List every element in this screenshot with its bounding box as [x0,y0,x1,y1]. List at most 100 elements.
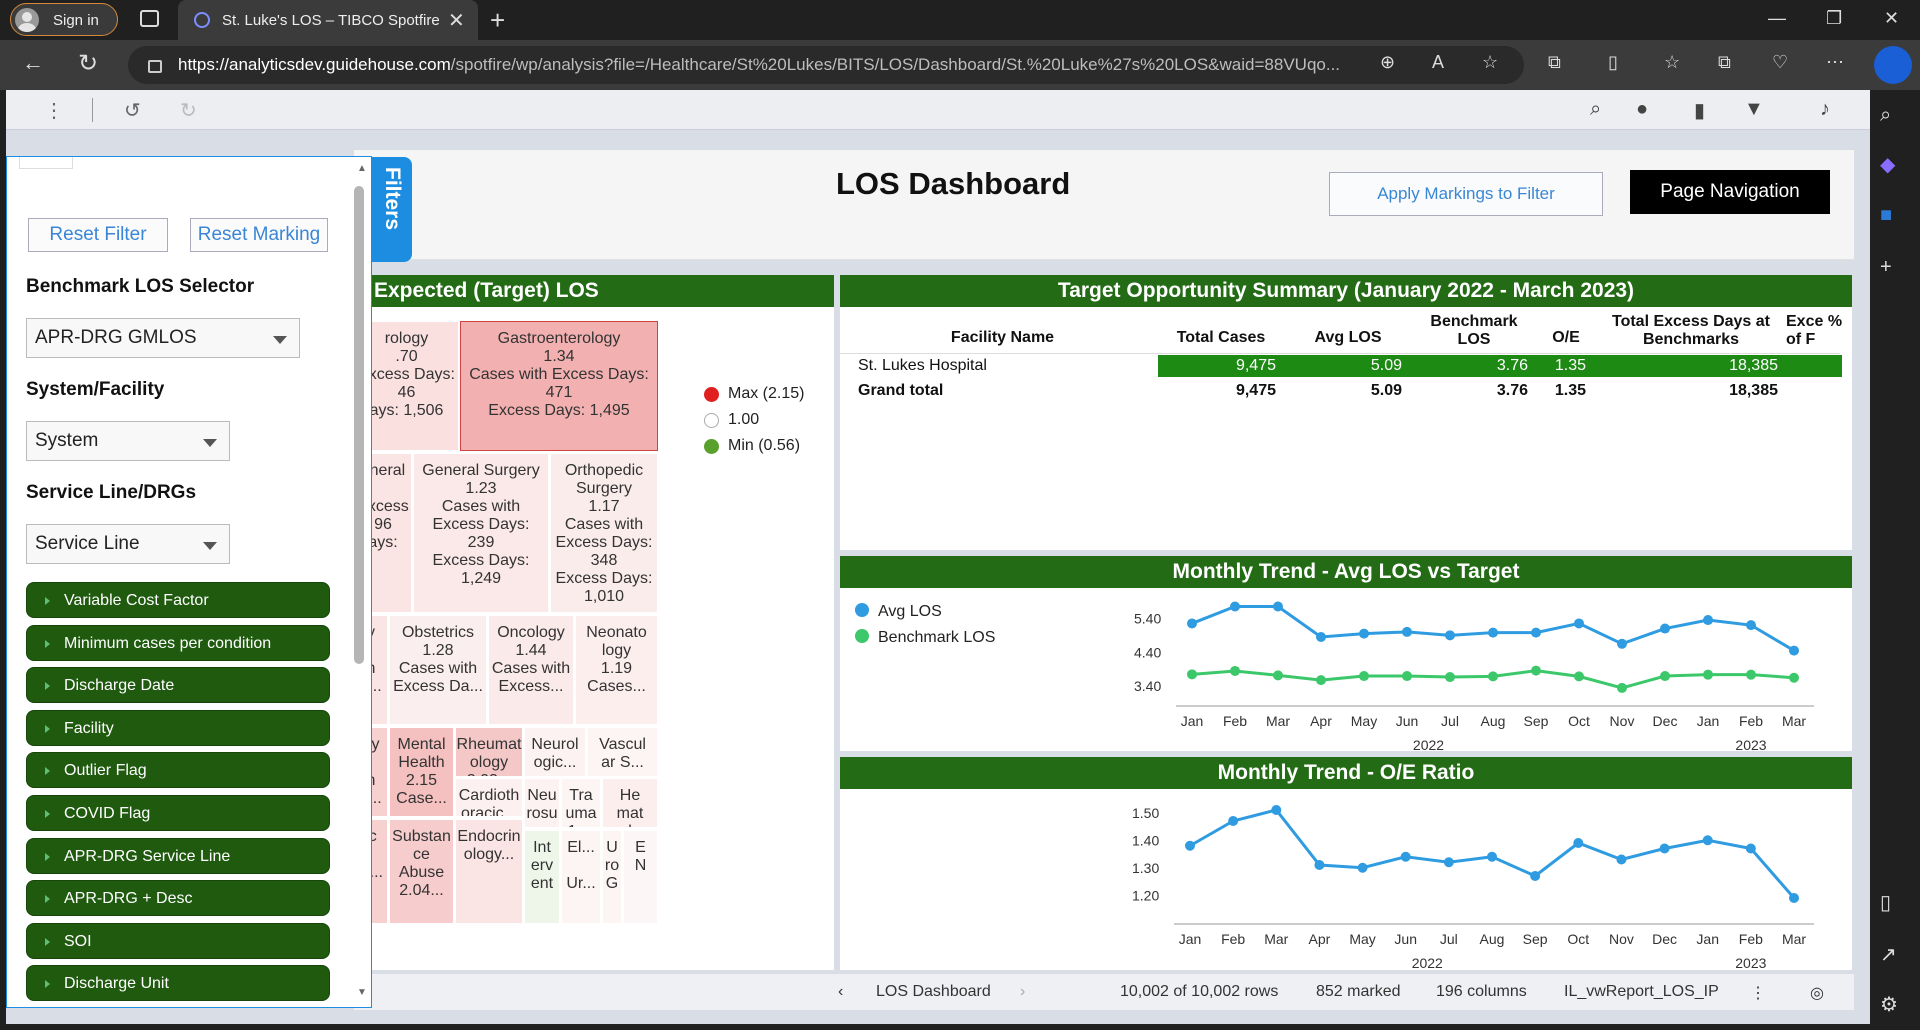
browser-tab[interactable]: St. Luke's LOS – TIBCO Spotfire ✕ [178,0,478,40]
next-page-icon[interactable]: › [1020,983,1025,1001]
filters-tab[interactable]: Filters [372,157,412,262]
open-external-icon[interactable]: ↗ [1880,942,1897,967]
more-options-icon[interactable]: ⋯ [1826,52,1844,73]
data-point[interactable] [1487,851,1497,862]
extensions-icon[interactable]: ⧉ [1548,52,1561,73]
treemap-cell[interactable]: Rheumat ology 2.03... [455,727,523,777]
copilot-icon[interactable] [1874,46,1912,84]
data-point[interactable] [1531,665,1541,676]
add-sidebar-icon[interactable]: + [1880,256,1892,279]
data-point[interactable] [1530,871,1541,881]
scroll-up-icon[interactable]: ▲ [357,163,367,174]
data-point[interactable] [1314,860,1325,870]
minimize-icon[interactable]: — [1768,8,1786,29]
reset-filter-button[interactable]: Reset Filter [28,218,168,252]
facet-minimum-cases-per-condition[interactable]: Minimum cases per condition [26,624,330,661]
outlook-icon[interactable]: ■ [1880,204,1892,227]
data-point[interactable] [1230,665,1240,676]
copilot-sidebar-icon[interactable]: ◆ [1880,152,1895,177]
treemap-cell[interactable]: Endocrin ology... [455,819,523,924]
status-page-name[interactable]: LOS Dashboard [876,983,991,1001]
search-icon[interactable]: ⌕ [1880,104,1891,127]
menu-dots-icon[interactable]: ⋮ [44,98,64,123]
globe-icon[interactable]: ◎ [1810,983,1824,1003]
close-window-icon[interactable]: ✕ [1884,8,1899,29]
sidebar-toggle-icon[interactable]: ▯ [1880,890,1891,915]
favorite-star-icon[interactable]: ☆ [1482,52,1498,73]
treemap-cell[interactable]: General Surgery 1.23 Cases with Excess D… [413,453,549,613]
data-point[interactable] [1574,671,1584,682]
treemap-cell[interactable]: Mental Health 2.15 Case... [389,727,454,817]
data-point[interactable] [1703,669,1713,680]
data-point[interactable] [1789,672,1799,683]
scroll-down-icon[interactable]: ▼ [357,987,367,998]
prev-page-icon[interactable]: ‹ [838,983,843,1001]
data-point[interactable] [1746,620,1756,631]
data-point[interactable] [1400,851,1411,862]
table-row-label[interactable]: St. Lukes Hospital [858,357,987,375]
data-point[interactable] [1617,682,1627,693]
treemap-cell[interactable]: Neurol ogic... [524,727,586,777]
treemap-cell[interactable]: Obstetrics 1.28 Cases with Excess Da... [389,615,487,725]
facet-variable-cost-factor[interactable]: Variable Cost Factor [26,582,330,618]
table-cell[interactable]: 9,475 [1156,382,1276,400]
apply-markings-button[interactable]: Apply Markings to Filter [1329,172,1603,216]
table-cell[interactable]: 9,475 [1156,357,1276,375]
performance-icon[interactable]: ♡ [1772,52,1788,73]
treemap-cell[interactable]: Orthopedic Surgery 1.17 Cases with Exces… [550,453,658,613]
table-cell[interactable]: 18,385 [1658,357,1778,375]
treemap-cell[interactable]: Cardioth oracic... [455,778,523,817]
zoom-icon[interactable]: ⊕ [1380,52,1395,73]
data-point[interactable] [1746,669,1756,680]
treemap-cell[interactable]: Int erv ent [524,830,560,924]
data-point[interactable] [1443,857,1454,868]
treemap-cell[interactable]: Neu rosu rg... [524,778,560,828]
data-point[interactable] [1359,671,1369,682]
benchmark-select[interactable]: APR-DRG GMLOS [26,318,300,358]
new-tab-icon[interactable]: + [490,5,505,36]
table-cell[interactable]: 5.09 [1282,382,1402,400]
reload-icon[interactable]: ↻ [78,49,98,78]
facet-apr-drg-service-line[interactable]: APR-DRG Service Line [26,837,330,874]
data-point[interactable] [1659,843,1670,854]
table-header[interactable]: Exce % of F [1786,313,1852,353]
table-cell[interactable]: 18,385 [1658,382,1778,400]
treemap-cell[interactable]: Vascul ar S... [587,727,658,777]
table-cell[interactable]: 5.09 [1282,357,1402,375]
treemap-cell[interactable]: Oncology 1.44 Cases with Excess... [488,615,574,725]
search-icon[interactable]: ⌕ [1590,98,1601,121]
url-bar[interactable]: https://analyticsdev.guidehouse.com/spot… [128,46,1524,84]
data-point[interactable] [1660,671,1670,682]
data-point[interactable] [1445,672,1455,683]
data-point[interactable] [1316,632,1326,643]
table-cell[interactable]: 1.35 [1466,357,1586,375]
treemap-cell[interactable]: El... Ur... [561,830,601,924]
data-point[interactable] [1359,628,1369,639]
page-navigation-button[interactable]: Page Navigation [1630,170,1830,214]
facet-soi[interactable]: SOI [26,922,330,959]
legend-label[interactable]: Avg LOS [878,603,942,620]
treemap-cell[interactable]: E N [623,830,658,924]
data-point[interactable] [1702,835,1713,846]
restore-icon[interactable]: ❐ [1826,8,1842,29]
treemap-cell[interactable]: Neonato logy 1.19 Cases... [575,615,658,725]
comments-icon[interactable]: ● [1636,98,1648,121]
tab-actions-icon[interactable] [140,10,159,27]
data-point[interactable] [1703,615,1713,626]
undo-icon[interactable]: ↺ [124,98,141,123]
table-cell[interactable]: 1.35 [1466,382,1586,400]
treemap-cell[interactable]: Tra uma 1.... [561,778,601,828]
collections-icon[interactable]: ⧉ [1718,52,1731,73]
treemap-cell[interactable]: Substan ce Abuse 2.04... [389,819,454,924]
status-table-name[interactable]: IL_vwReport_LOS_IP [1564,983,1719,1001]
facet-facility[interactable]: Facility [26,709,330,746]
data-point[interactable] [1445,630,1455,641]
split-screen-icon[interactable]: ▯ [1608,52,1618,73]
data-point[interactable] [1616,854,1627,865]
service-select[interactable]: Service Line [26,524,230,564]
data-point[interactable] [1789,645,1799,656]
data-point[interactable] [1402,626,1412,637]
favorites-icon[interactable]: ☆ [1664,52,1680,73]
facet-discharge-unit[interactable]: Discharge Unit [26,965,330,1002]
data-point[interactable] [1617,638,1627,649]
